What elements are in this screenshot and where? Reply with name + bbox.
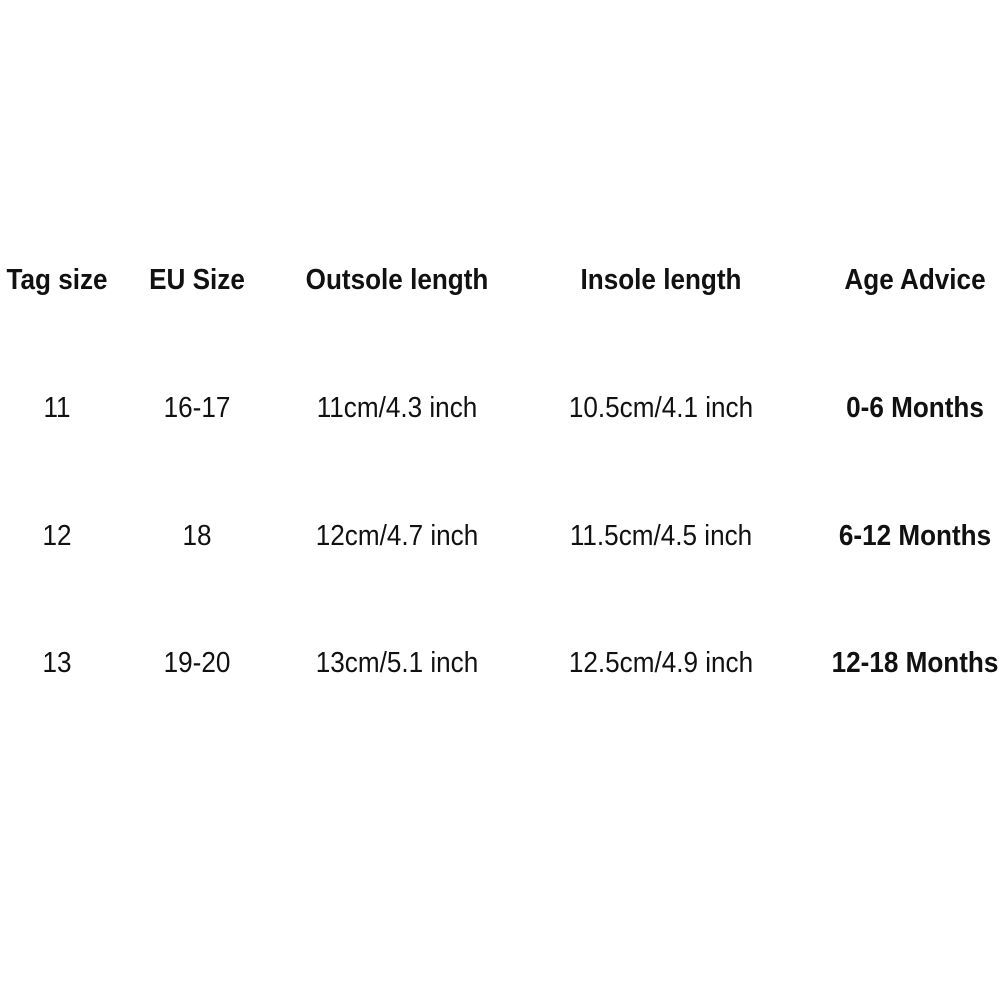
cell-age-advice: 12-18 Months xyxy=(831,647,999,679)
cell-age-advice: 0-6 Months xyxy=(846,392,984,424)
cell-outsole-length: 13cm/5.1 inch xyxy=(315,647,479,679)
cell-outsole-length: 12cm/4.7 inch xyxy=(315,520,479,552)
header-insole-length: Insole length xyxy=(580,264,742,296)
cell-insole-length: 12.5cm/4.9 inch xyxy=(568,647,754,679)
cell-insole-length: 11.5cm/4.5 inch xyxy=(569,520,753,552)
cell-insole-length: 10.5cm/4.1 inch xyxy=(568,392,754,424)
cell-age-advice: 6-12 Months xyxy=(838,520,992,552)
header-outsole-length: Outsole length xyxy=(305,264,489,296)
header-age-advice: Age Advice xyxy=(844,264,986,296)
cell-outsole-length: 11cm/4.3 inch xyxy=(316,392,478,424)
